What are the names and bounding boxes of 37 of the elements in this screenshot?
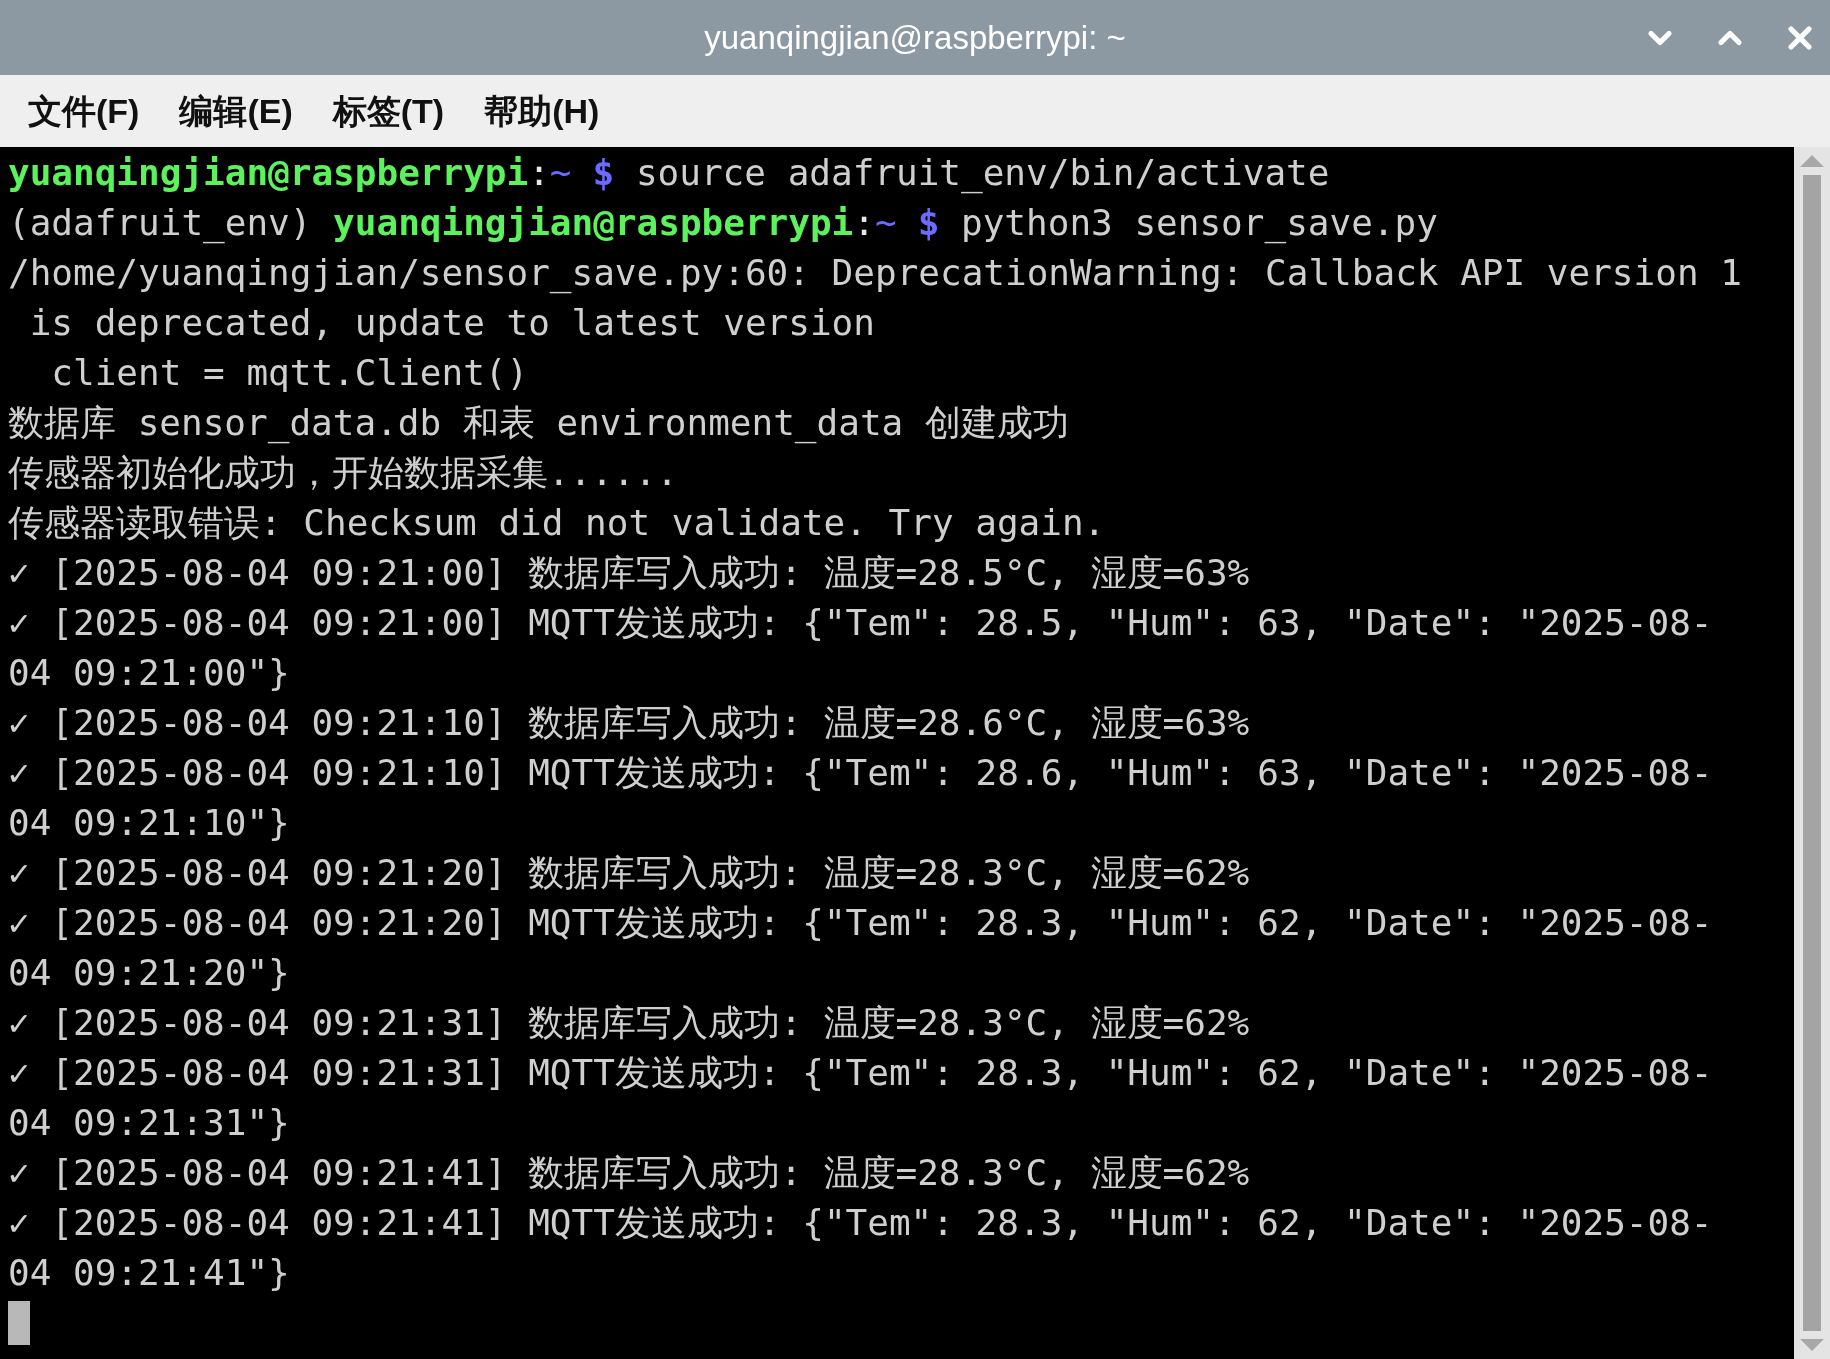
output-line: client = mqtt.Client() bbox=[50, 355, 529, 391]
output-line: ✓ [2025-08-04 09:21:20] 数据库写入成功: 温度=28.3°C, 湿度=62% bbox=[8, 855, 1250, 891]
menu-item[interactable]: 标签(T) bbox=[318, 85, 459, 137]
prompt-user: yuanqingjian@raspberrypi bbox=[333, 205, 854, 241]
output-line: 传感器初始化成功，开始数据采集...... bbox=[8, 455, 679, 491]
output-line: ✓ [2025-08-04 09:21:00] MQTT发送成功: {"Tem": 28.5, "Hum": 63, "Date": "2025-08- bbox=[8, 605, 1713, 641]
output-line: ✓ [2025-08-04 09:21:10] MQTT发送成功: {"Tem": 28.6, "Hum": 63, "Date": "2025-08- bbox=[8, 755, 1713, 791]
prompt-sign: $ bbox=[917, 205, 940, 241]
prompt-path: ~ bbox=[874, 205, 897, 241]
window-title: yuanqingjian@raspberrypi: ~ bbox=[704, 17, 1126, 58]
output-line: 04 09:21:20"} bbox=[8, 955, 290, 991]
output-line: ✓ [2025-08-04 09:21:41] 数据库写入成功: 温度=28.3°C, 湿度=62% bbox=[8, 1155, 1250, 1191]
output-line: 04 09:21:41"} bbox=[8, 1255, 290, 1291]
output-line: ✓ [2025-08-04 09:21:20] MQTT发送成功: {"Tem": 28.3, "Hum": 62, "Date": "2025-08- bbox=[8, 905, 1713, 941]
prompt-separator: : bbox=[853, 205, 875, 241]
output-line: 04 09:21:00"} bbox=[8, 655, 290, 691]
output-line: ✓ [2025-08-04 09:21:31] 数据库写入成功: 温度=28.3°C, 湿度=62% bbox=[8, 1005, 1250, 1041]
scrollbar-thumb[interactable] bbox=[1803, 175, 1821, 1331]
text-cursor bbox=[8, 1301, 30, 1345]
menu-item[interactable]: 编辑(E) bbox=[165, 85, 307, 137]
output-line: ✓ [2025-08-04 09:21:31] MQTT发送成功: {"Tem": 28.3, "Hum": 62, "Date": "2025-08- bbox=[8, 1055, 1713, 1091]
scrollbar[interactable] bbox=[1794, 147, 1830, 1359]
prompt-separator: : bbox=[528, 155, 550, 191]
output-line: 04 09:21:31"} bbox=[8, 1105, 290, 1141]
scroll-up-icon[interactable] bbox=[1800, 153, 1824, 167]
menu-item[interactable]: 帮助(H) bbox=[470, 85, 614, 137]
prompt-user: yuanqingjian@raspberrypi bbox=[8, 155, 529, 191]
output-line: 04 09:21:10"} bbox=[8, 805, 290, 841]
scroll-down-icon[interactable] bbox=[1800, 1339, 1824, 1353]
output-line: ✓ [2025-08-04 09:21:00] 数据库写入成功: 温度=28.5°C, 湿度=63% bbox=[8, 555, 1250, 591]
output-line: ✓ [2025-08-04 09:21:10] 数据库写入成功: 温度=28.6°C, 湿度=63% bbox=[8, 705, 1250, 741]
output-line: ✓ [2025-08-04 09:21:41] MQTT发送成功: {"Tem": 28.3, "Hum": 62, "Date": "2025-08- bbox=[8, 1205, 1713, 1241]
prompt-sign: $ bbox=[592, 155, 615, 191]
menu-item[interactable]: 文件(F) bbox=[14, 85, 154, 137]
output-line: is deprecated, update to latest version bbox=[28, 305, 875, 341]
output-line: 传感器读取错误: Checksum did not validate. Try again. bbox=[8, 505, 1106, 541]
prompt-path: ~ bbox=[549, 155, 572, 191]
